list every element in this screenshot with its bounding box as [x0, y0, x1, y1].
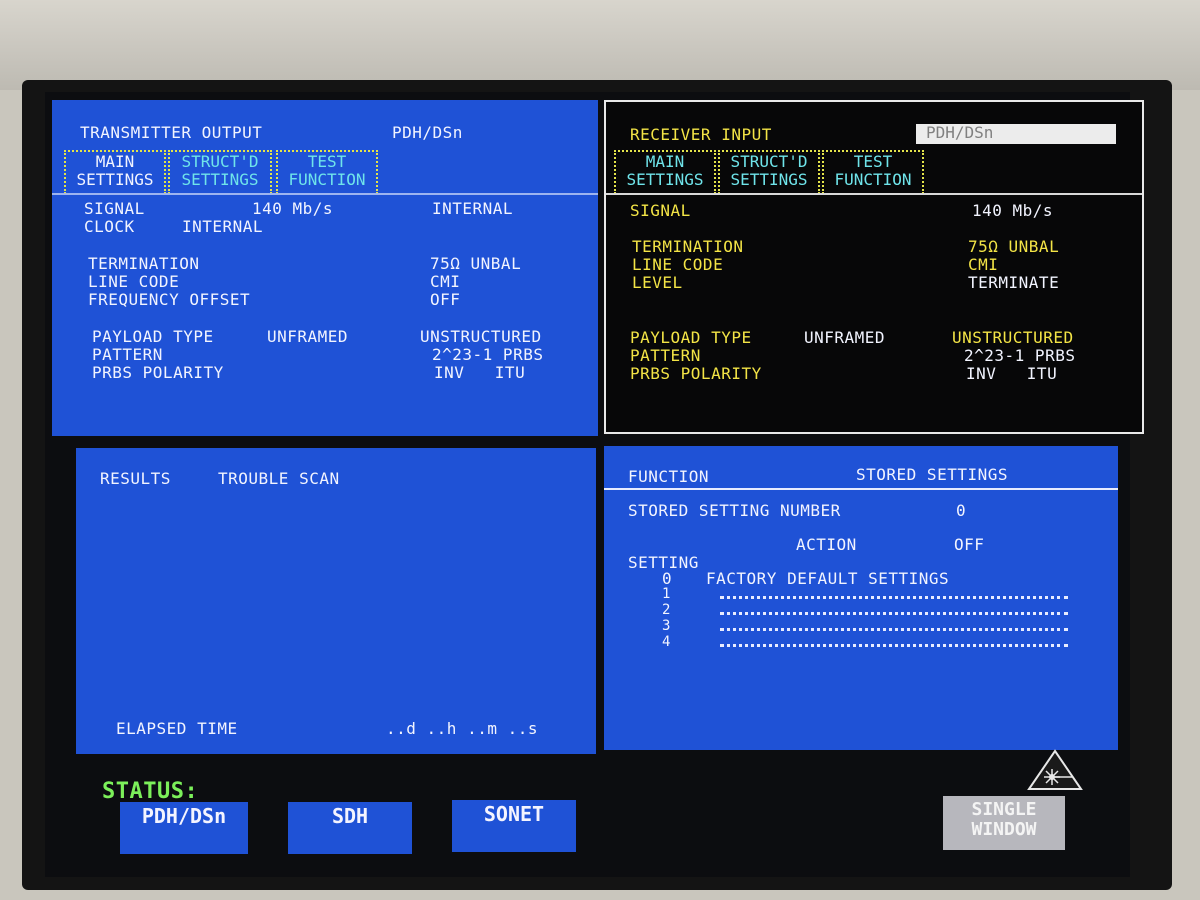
receiver-panel: RECEIVER INPUT PDH/DSn MAIN SETTINGS STR…: [604, 100, 1144, 434]
stored-setting-number-value[interactable]: 0: [956, 502, 966, 520]
action-label: ACTION: [796, 535, 857, 554]
tx-signal-rate[interactable]: 140 Mb/s: [252, 200, 333, 218]
rx-tab-main-settings[interactable]: MAIN SETTINGS: [614, 150, 716, 194]
rx-termination-value[interactable]: 75Ω UNBAL: [968, 238, 1059, 256]
receiver-mode-box: PDH/DSn: [916, 124, 1116, 144]
tx-polarity-value[interactable]: INV ITU: [434, 364, 525, 382]
setting-row-3-empty[interactable]: [720, 628, 1068, 631]
instrument-bezel: [0, 0, 1200, 90]
tx-line-code-value[interactable]: CMI: [430, 273, 460, 291]
status-label: STATUS:: [102, 779, 199, 804]
rx-line-code-label: LINE CODE: [632, 255, 724, 274]
setting-row-4-empty[interactable]: [720, 644, 1068, 647]
rx-signal-rate[interactable]: 140 Mb/s: [972, 202, 1053, 220]
tx-payload-label: PAYLOAD TYPE: [92, 327, 214, 346]
rx-payload-label: PAYLOAD TYPE: [630, 328, 752, 347]
results-panel: RESULTS TROUBLE SCAN ELAPSED TIME ..d ..…: [76, 448, 596, 754]
tx-polarity-label: PRBS POLARITY: [92, 363, 224, 382]
action-value[interactable]: OFF: [954, 536, 984, 554]
stored-setting-number-label: STORED SETTING NUMBER: [628, 501, 841, 520]
tx-pattern-value[interactable]: 2^23-1 PRBS: [432, 346, 543, 364]
rx-tab-divider: [606, 193, 1142, 195]
rx-polarity-value[interactable]: INV ITU: [966, 365, 1057, 383]
setting-row-1-empty[interactable]: [720, 596, 1068, 599]
tx-freq-offset-label: FREQUENCY OFFSET: [88, 290, 251, 309]
laser-warning-icon: [1027, 749, 1083, 790]
tab-test-function[interactable]: TEST FUNCTION: [276, 150, 378, 194]
softkey-sdh[interactable]: SDH: [288, 802, 412, 854]
rx-payload-framing[interactable]: UNFRAMED: [804, 329, 885, 347]
function-panel: FUNCTION STORED SETTINGS STORED SETTING …: [604, 446, 1118, 750]
tab-main-settings[interactable]: MAIN SETTINGS: [64, 150, 166, 194]
tx-line-code-label: LINE CODE: [88, 272, 180, 291]
transmitter-panel: TRANSMITTER OUTPUT PDH/DSn MAIN SETTINGS…: [52, 100, 598, 436]
rx-line-code-value[interactable]: CMI: [968, 256, 998, 274]
rx-payload-structure[interactable]: UNSTRUCTURED: [952, 329, 1074, 347]
rx-level-value[interactable]: TERMINATE: [968, 274, 1059, 292]
function-title: FUNCTION: [628, 467, 710, 486]
setting-row-3-num: 3: [662, 618, 671, 634]
tx-clock-label: CLOCK: [84, 217, 135, 236]
rx-signal-label: SIGNAL: [630, 201, 691, 220]
rx-tab-test-function[interactable]: TEST FUNCTION: [822, 150, 924, 194]
rx-pattern-value[interactable]: 2^23-1 PRBS: [964, 347, 1075, 365]
rx-level-label: LEVEL: [632, 273, 683, 292]
tx-signal-label: SIGNAL: [84, 199, 145, 218]
tx-freq-offset-value[interactable]: OFF: [430, 291, 460, 309]
tab-structd-settings[interactable]: STRUCT'D SETTINGS: [168, 150, 272, 194]
elapsed-time-label: ELAPSED TIME: [116, 719, 238, 738]
tx-signal-source[interactable]: INTERNAL: [432, 200, 513, 218]
tx-termination-label: TERMINATION: [88, 254, 200, 273]
receiver-mode: PDH/DSn: [926, 123, 994, 142]
function-name[interactable]: STORED SETTINGS: [856, 466, 1008, 484]
tx-pattern-label: PATTERN: [92, 345, 163, 364]
softkey-sonet[interactable]: SONET: [452, 800, 576, 852]
tx-termination-value[interactable]: 75Ω UNBAL: [430, 255, 521, 273]
transmitter-title: TRANSMITTER OUTPUT: [80, 123, 263, 142]
rx-polarity-label: PRBS POLARITY: [630, 364, 762, 383]
setting-row-4-num: 4: [662, 634, 671, 650]
setting-row-0-name[interactable]: FACTORY DEFAULT SETTINGS: [706, 570, 949, 588]
setting-row-2-num: 2: [662, 602, 671, 618]
transmitter-mode: PDH/DSn: [392, 123, 463, 142]
tab-divider: [52, 193, 598, 195]
setting-row-2-empty[interactable]: [720, 612, 1068, 615]
single-window-button[interactable]: SINGLE WINDOW: [943, 796, 1065, 850]
results-view[interactable]: TROUBLE SCAN: [218, 470, 340, 488]
tx-clock-value[interactable]: INTERNAL: [182, 218, 263, 236]
rx-pattern-label: PATTERN: [630, 346, 701, 365]
softkey-pdh-dsn[interactable]: PDH/DSn: [120, 802, 248, 854]
elapsed-time-value: ..d ..h ..m ..s: [386, 719, 538, 738]
function-divider: [604, 488, 1118, 490]
setting-row-1-num: 1: [662, 586, 671, 602]
tx-payload-structure[interactable]: UNSTRUCTURED: [420, 328, 542, 346]
tx-payload-framing[interactable]: UNFRAMED: [267, 328, 348, 346]
rx-termination-label: TERMINATION: [632, 237, 744, 256]
results-title: RESULTS: [100, 469, 171, 488]
receiver-title: RECEIVER INPUT: [630, 125, 772, 144]
rx-tab-structd-settings[interactable]: STRUCT'D SETTINGS: [718, 150, 820, 194]
